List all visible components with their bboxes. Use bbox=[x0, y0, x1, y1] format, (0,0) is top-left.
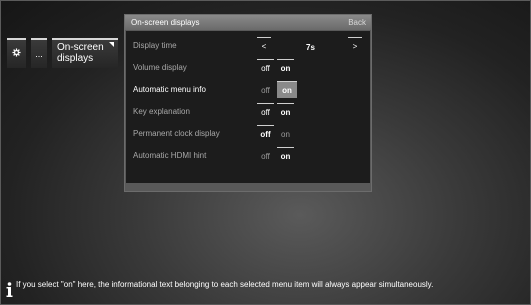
setting-row-permanent-clock-display[interactable]: Permanent clock display off on bbox=[126, 122, 370, 144]
off-option[interactable]: off bbox=[257, 125, 274, 142]
breadcrumb-settings[interactable] bbox=[7, 38, 26, 68]
gear-icon bbox=[12, 48, 21, 60]
settings-panel: On-screen displays Back Display time < 7… bbox=[124, 14, 372, 192]
setting-label: Automatic menu info bbox=[133, 85, 206, 94]
setting-row-volume-display[interactable]: Volume display off on bbox=[126, 56, 370, 78]
off-option[interactable]: off bbox=[257, 81, 274, 98]
on-option[interactable]: on bbox=[277, 125, 294, 142]
setting-label: Permanent clock display bbox=[133, 129, 220, 138]
setting-label: Automatic HDMI hint bbox=[133, 151, 207, 160]
setting-row-automatic-hdmi-hint[interactable]: Automatic HDMI hint off on bbox=[126, 144, 370, 166]
increase-button[interactable]: > bbox=[348, 37, 362, 54]
setting-row-key-explanation[interactable]: Key explanation off on bbox=[126, 100, 370, 122]
setting-label: Key explanation bbox=[133, 107, 190, 116]
decrease-button[interactable]: < bbox=[257, 37, 271, 54]
panel-body: Display time < 7s > Volume display off o… bbox=[126, 31, 370, 183]
off-option[interactable]: off bbox=[257, 59, 274, 76]
breadcrumb-ellipsis[interactable]: ... bbox=[31, 38, 47, 68]
hint-text: If you select "on" here, the information… bbox=[16, 280, 434, 289]
info-icon bbox=[6, 282, 13, 298]
setting-label: Volume display bbox=[133, 63, 187, 72]
on-option[interactable]: on bbox=[277, 81, 297, 98]
display-time-value: 7s bbox=[306, 43, 315, 52]
setting-row-automatic-menu-info[interactable]: Automatic menu info off on bbox=[126, 78, 370, 100]
setting-row-display-time[interactable]: Display time < 7s > bbox=[126, 34, 370, 56]
setting-label: Display time bbox=[133, 41, 177, 50]
corner-triangle-icon bbox=[109, 42, 114, 47]
off-option[interactable]: off bbox=[257, 103, 274, 120]
on-option[interactable]: on bbox=[277, 59, 294, 76]
on-option[interactable]: on bbox=[277, 147, 294, 164]
panel-title: On-screen displays bbox=[131, 18, 200, 27]
back-button[interactable]: Back bbox=[348, 15, 366, 30]
breadcrumb-on-screen-displays[interactable]: On-screen displays bbox=[52, 38, 118, 68]
ellipsis-text: ... bbox=[35, 48, 43, 59]
panel-header: On-screen displays Back bbox=[125, 15, 371, 30]
on-option[interactable]: on bbox=[277, 103, 294, 120]
breadcrumb-label: On-screen displays bbox=[57, 42, 104, 64]
off-option[interactable]: off bbox=[257, 147, 274, 164]
